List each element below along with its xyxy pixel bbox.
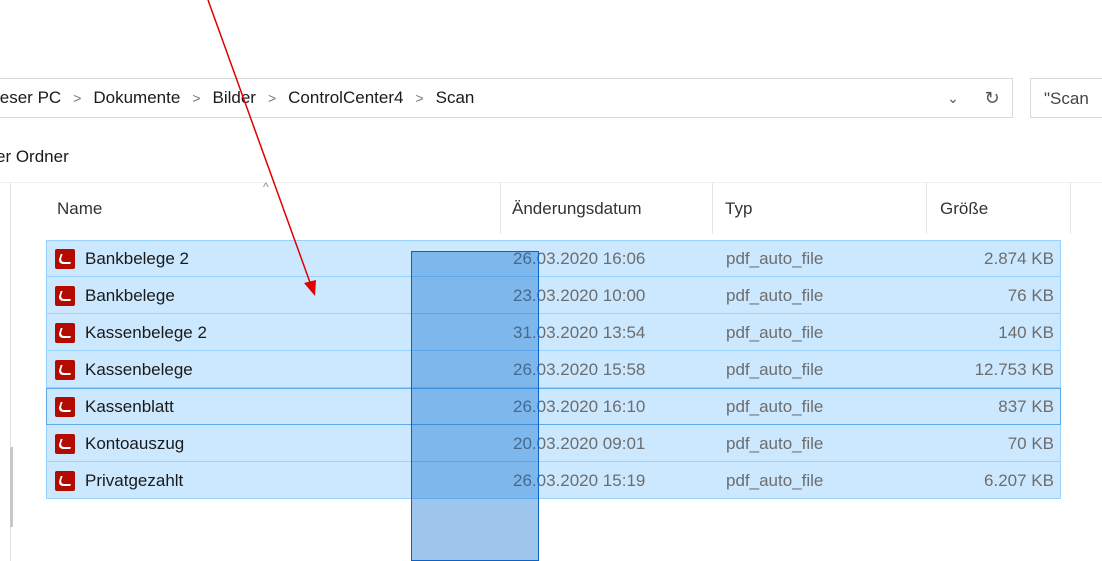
annotation-arrow-icon (207, 0, 316, 296)
